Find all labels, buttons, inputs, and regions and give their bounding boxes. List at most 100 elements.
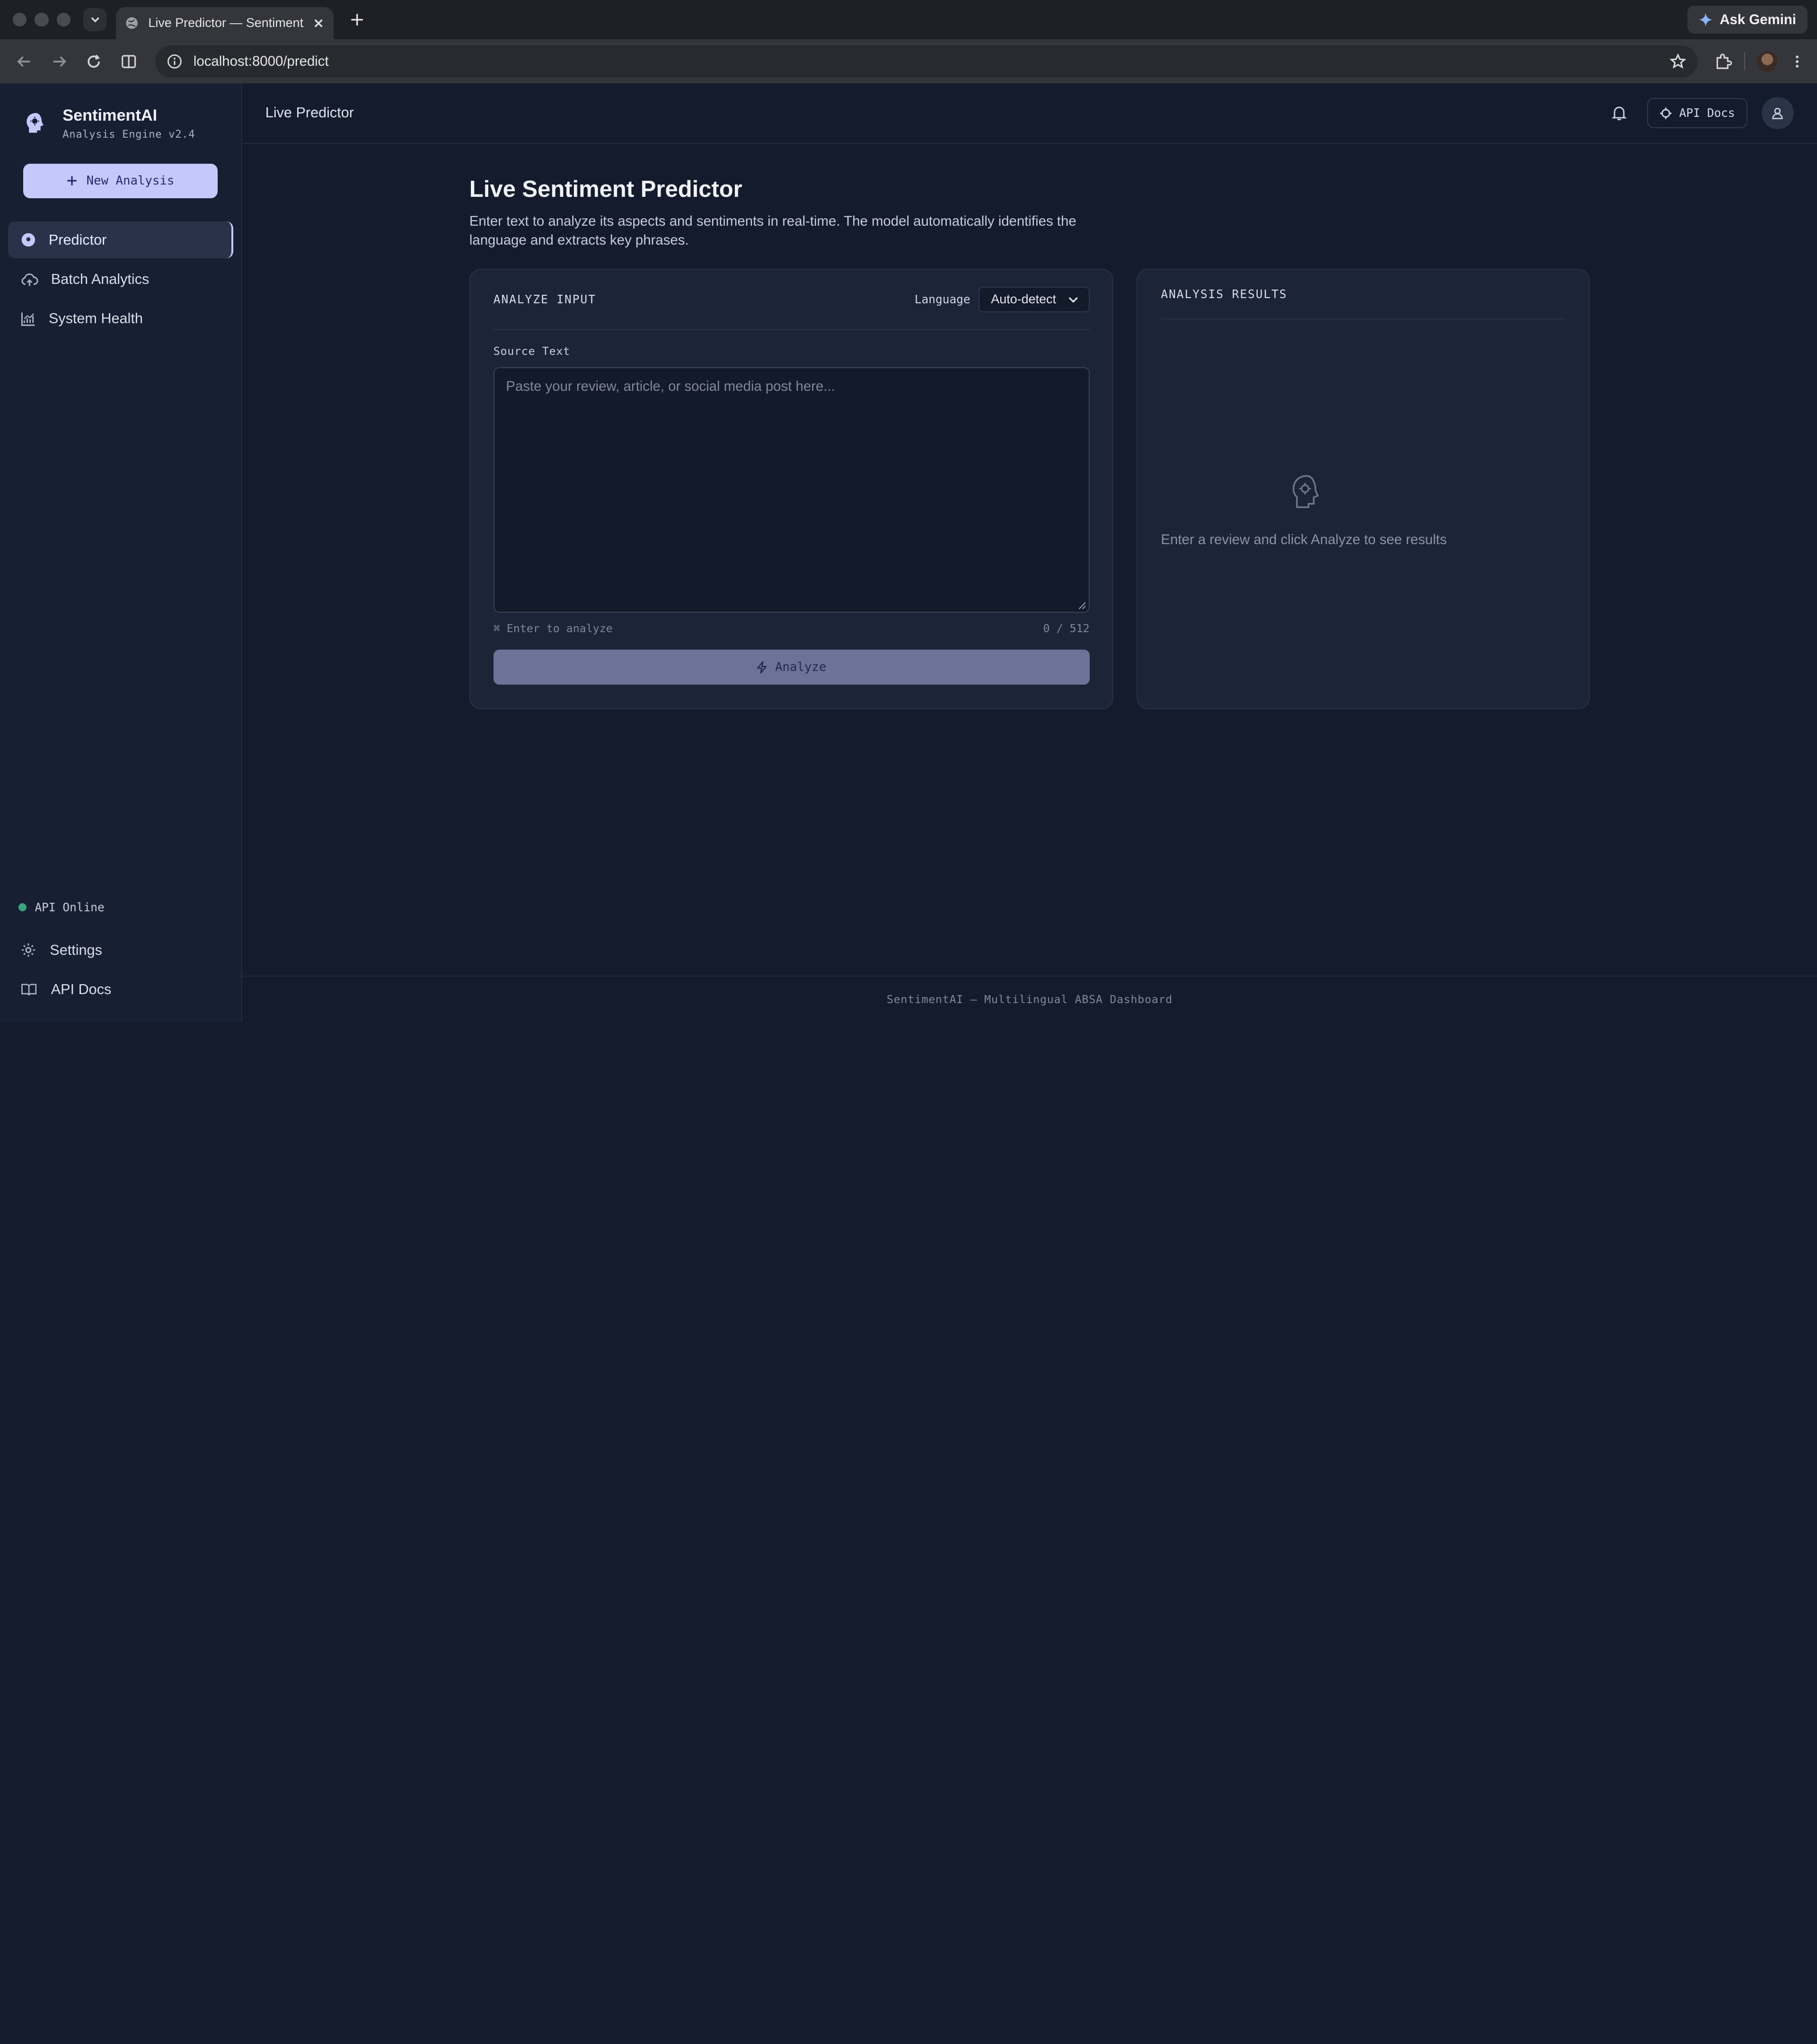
results-panel-heading: ANALYSIS RESULTS bbox=[1161, 287, 1288, 301]
analysis-results-panel: ANALYSIS RESULTS Enter a review and clic… bbox=[1137, 269, 1590, 709]
arrow-right-icon bbox=[53, 56, 66, 67]
panels: ANALYZE INPUT Language Auto-detect Sourc… bbox=[469, 269, 1590, 709]
results-panel-header: ANALYSIS RESULTS bbox=[1161, 270, 1566, 320]
plus-icon bbox=[351, 14, 363, 26]
chart-icon bbox=[21, 312, 35, 326]
char-counter: 0 / 512 bbox=[1043, 622, 1090, 635]
split-view-icon bbox=[121, 54, 136, 68]
browser-window: Live Predictor — SentimentAI Ask Gemini … bbox=[0, 0, 1817, 1022]
api-status: API Online bbox=[0, 900, 241, 914]
new-analysis-label: New Analysis bbox=[86, 174, 175, 188]
topbar-title: Live Predictor bbox=[265, 105, 354, 121]
user-menu-button[interactable] bbox=[1761, 97, 1794, 130]
status-dot bbox=[18, 903, 27, 912]
predictor-content: Live Sentiment Predictor Enter text to a… bbox=[469, 176, 1590, 709]
notifications-button[interactable] bbox=[1607, 102, 1631, 125]
resize-handle-icon[interactable] bbox=[1078, 601, 1086, 609]
more-menu-icon[interactable] bbox=[1789, 53, 1805, 70]
source-text-input[interactable]: Paste your review, article, or social me… bbox=[493, 367, 1090, 613]
sidebar-link-label: API Docs bbox=[51, 981, 112, 997]
plus-icon bbox=[67, 176, 77, 186]
topbar-actions: API Docs bbox=[1607, 97, 1794, 130]
chevron-down-icon bbox=[91, 17, 99, 23]
sidebar-link-settings[interactable]: Settings bbox=[0, 931, 241, 970]
url-text: localhost:8000/predict bbox=[193, 53, 329, 69]
tab-strip: Live Predictor — SentimentAI Ask Gemini bbox=[0, 0, 1817, 40]
toolbar-actions bbox=[1714, 51, 1805, 72]
arrow-left-icon bbox=[17, 56, 30, 67]
source-text-placeholder: Paste your review, article, or social me… bbox=[506, 378, 835, 394]
globe-icon bbox=[126, 17, 138, 29]
reload-icon bbox=[88, 54, 100, 68]
crosshair-icon bbox=[1660, 107, 1672, 119]
brand: SentimentAI Analysis Engine v2.4 bbox=[0, 83, 241, 141]
ask-gemini-label: Ask Gemini bbox=[1720, 11, 1796, 27]
brain-icon bbox=[21, 233, 35, 247]
close-tab-icon[interactable] bbox=[313, 18, 324, 29]
gear-icon bbox=[22, 943, 35, 957]
bell-icon bbox=[1612, 106, 1627, 120]
tab-title: Live Predictor — SentimentAI bbox=[148, 16, 304, 30]
language-label: Language bbox=[914, 292, 970, 307]
brand-version: Analysis Engine v2.4 bbox=[62, 128, 195, 141]
analyze-button[interactable]: Analyze bbox=[493, 650, 1090, 685]
source-text-label: Source Text bbox=[493, 345, 570, 358]
sidebar-link-api-docs[interactable]: API Docs bbox=[0, 970, 241, 1009]
user-icon bbox=[1772, 107, 1783, 119]
api-docs-button[interactable]: API Docs bbox=[1647, 98, 1748, 128]
new-tab-button[interactable] bbox=[345, 8, 369, 31]
split-view-button[interactable] bbox=[114, 46, 144, 77]
sidebar-item-batch-analytics[interactable]: Batch Analytics bbox=[8, 261, 233, 298]
sidebar-item-label: System Health bbox=[48, 310, 143, 327]
sparkle-icon bbox=[1699, 12, 1713, 27]
language-select[interactable]: Auto-detect bbox=[978, 286, 1090, 312]
brain-outline-icon bbox=[1293, 475, 1319, 508]
close-window-button[interactable] bbox=[12, 12, 27, 27]
brand-text: SentimentAI Analysis Engine v2.4 bbox=[62, 106, 195, 140]
input-panel-heading: ANALYZE INPUT bbox=[493, 292, 596, 307]
sidebar-item-label: Predictor bbox=[48, 231, 107, 248]
api-status-label: API Online bbox=[35, 900, 105, 915]
analyze-button-label: Analyze bbox=[775, 660, 827, 675]
extensions-icon[interactable] bbox=[1714, 52, 1732, 70]
info-icon[interactable] bbox=[167, 54, 182, 69]
results-empty-text: Enter a review and click Analyze to see … bbox=[1161, 531, 1447, 547]
profile-avatar[interactable] bbox=[1756, 51, 1778, 72]
sidebar-footer: API Online Settings API Docs bbox=[0, 900, 241, 1022]
ask-gemini-button[interactable]: Ask Gemini bbox=[1687, 6, 1808, 34]
analyze-input-panel: ANALYZE INPUT Language Auto-detect Sourc… bbox=[469, 269, 1114, 709]
book-icon bbox=[21, 984, 37, 996]
brand-name: SentimentAI bbox=[62, 106, 158, 125]
language-value: Auto-detect bbox=[991, 292, 1056, 307]
cloud-upload-icon bbox=[21, 273, 38, 286]
page-footer: SentimentAI — Multilingual ABSA Dashboar… bbox=[242, 976, 1817, 1022]
bookmark-star-icon[interactable] bbox=[1670, 53, 1686, 70]
maximize-window-button[interactable] bbox=[56, 12, 71, 27]
input-meta-row: ⌘ Enter to analyze 0 / 512 bbox=[494, 622, 1090, 635]
new-analysis-button[interactable]: New Analysis bbox=[23, 163, 218, 199]
forward-button[interactable] bbox=[44, 46, 74, 77]
sidebar-item-system-health[interactable]: System Health bbox=[8, 300, 233, 337]
browser-toolbar: localhost:8000/predict bbox=[0, 39, 1817, 84]
sidebar-item-predictor[interactable]: Predictor bbox=[8, 221, 233, 259]
window-controls bbox=[12, 12, 71, 27]
top-bar: Live Predictor API Docs bbox=[242, 83, 1817, 144]
sidebar: SentimentAI Analysis Engine v2.4 New Ana… bbox=[0, 83, 242, 1022]
shortcut-hint: ⌘ Enter to analyze bbox=[493, 622, 613, 635]
address-bar[interactable]: localhost:8000/predict bbox=[155, 45, 1698, 78]
reload-button[interactable] bbox=[79, 46, 109, 77]
page-description: Enter text to analyze its aspects and se… bbox=[469, 213, 1076, 248]
back-button[interactable] bbox=[9, 46, 40, 77]
browser-tab[interactable]: Live Predictor — SentimentAI bbox=[115, 7, 334, 40]
chevron-down-icon bbox=[1068, 297, 1078, 303]
tab-search-button[interactable] bbox=[83, 8, 107, 32]
api-docs-label: API Docs bbox=[1679, 106, 1735, 120]
sidebar-nav: Predictor Batch Analytics System Health bbox=[0, 221, 241, 337]
minimize-window-button[interactable] bbox=[35, 12, 49, 27]
toolbar-divider bbox=[1744, 52, 1746, 71]
sidebar-link-label: Settings bbox=[50, 942, 102, 958]
page-title: Live Sentiment Predictor bbox=[469, 176, 742, 203]
app-shell: SentimentAI Analysis Engine v2.4 New Ana… bbox=[0, 83, 1817, 1022]
input-panel-header: ANALYZE INPUT Language Auto-detect bbox=[493, 270, 1090, 330]
footer-text: SentimentAI — Multilingual ABSA Dashboar… bbox=[886, 993, 1173, 1006]
